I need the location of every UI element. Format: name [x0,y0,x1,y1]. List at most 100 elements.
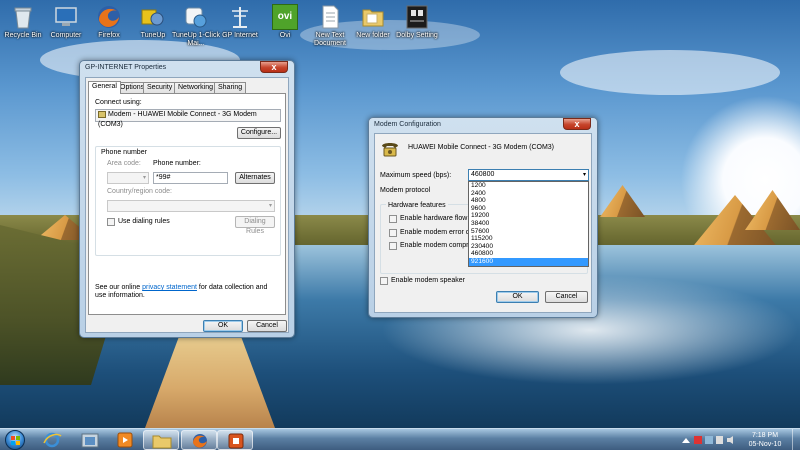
button-label: Configure... [240,129,278,136]
area-code-select: ▾ [107,172,149,184]
clock-time: 7:18 PM [751,432,779,439]
modem-icon [98,110,106,118]
device-name: HUAWEI Mobile Connect - 3G Modem (COM3) [408,144,554,151]
tab-label: Security [147,84,173,91]
hardware-features-label: Hardware features [386,202,448,209]
battery-icon [716,436,723,444]
clock[interactable]: 7:18 PM 05-Nov-10 [744,431,786,449]
button-label: OK [217,322,229,329]
modem-config-window: Modem Configuration x HUAWEI Mobile Conn… [368,117,598,318]
telephone-icon [382,143,398,157]
device-field: Modem - HUAWEI Mobile Connect - 3G Modem… [95,109,281,128]
button-label: Alternates [239,174,271,181]
office-icon [228,433,244,449]
hardware-flow-control-checkbox[interactable] [389,215,397,223]
speed-option[interactable]: 115200 [469,235,588,243]
dolby-icon [406,5,428,29]
country-label: Country/region code: [107,188,172,195]
connect-using-label: Connect using: [95,99,142,106]
chevron-down-icon: ▾ [582,172,586,178]
compression-checkbox[interactable] [389,242,397,250]
tab-general[interactable]: General [88,81,121,94]
modem-speaker-checkbox[interactable] [380,277,388,285]
desktop-icon-dolby-setting[interactable]: Dolby Setting [389,4,445,40]
windows-logo-icon [11,436,20,445]
country-select: ▾ [107,200,275,212]
folder-icon [152,435,172,449]
firefox-icon [193,434,207,448]
close-button[interactable]: x [563,118,591,130]
antenna-icon [232,7,248,28]
close-icon: x [271,62,277,72]
window-title: Modem Configuration [374,121,441,128]
show-desktop-button[interactable] [792,429,800,450]
alternates-button[interactable]: Alternates [235,172,275,184]
max-speed-select[interactable]: 460800 ▾ [468,169,589,181]
privacy-statement-link[interactable]: privacy statement [142,284,197,291]
device-name: Modem - HUAWEI Mobile Connect - 3G Modem… [98,111,257,128]
button-label: OK [512,293,523,300]
button-label: Dialing Rules [244,218,266,235]
internet-explorer-icon [43,432,62,448]
close-button[interactable]: x [260,61,288,73]
error-control-checkbox[interactable] [389,229,397,237]
cancel-button[interactable]: Cancel [545,291,588,303]
ovi-icon: ovi [272,4,298,30]
tab-label: Sharing [218,84,243,91]
speed-option[interactable]: 38400 [469,220,588,228]
start-button[interactable] [5,430,25,450]
speed-option[interactable]: 57600 [469,228,588,236]
speed-option[interactable]: 460800 [469,250,588,258]
speed-options-list: 1200 2400 4800 9600 19200 38400 57600 11… [468,181,589,267]
max-speed-value: 460800 [471,171,495,178]
cancel-button[interactable]: Cancel [247,320,287,332]
close-icon: x [574,119,580,129]
firefox-icon [98,6,120,28]
speed-option[interactable]: 4800 [469,197,588,205]
ok-button[interactable]: OK [203,320,243,332]
flag-icon [694,436,702,444]
taskbar: 7:18 PM 05-Nov-10 [0,428,800,450]
configure-button[interactable]: Configure... [237,127,281,139]
phone-group-label: Phone number [101,149,147,156]
ovi-logo-text: ovi [277,11,293,22]
modem-protocol-label: Modem protocol [380,187,431,194]
tuneup-1-click-icon [185,7,207,28]
button-label: Cancel [256,322,278,329]
tuneup-icon [141,9,164,26]
chevron-down-icon: ▾ [268,203,272,209]
taskbar-explorer[interactable] [72,430,108,450]
speed-option[interactable]: 2400 [469,190,588,198]
properties-window: GP-INTERNET Properties x General Options… [79,60,295,338]
phone-number-value: *99# [156,174,171,181]
taskbar-firefox[interactable] [181,430,217,450]
use-dialing-rules-label: Use dialing rules [118,218,170,225]
phone-number-input[interactable]: *99# [153,172,228,184]
phone-number-label: Phone number: [153,160,201,167]
computer-icon [55,7,77,26]
ok-button[interactable]: OK [496,291,539,303]
button-label: Cancel [555,293,578,300]
speed-option[interactable]: 1200 [469,182,588,190]
taskbar-media-player[interactable] [107,430,143,450]
taskbar-office[interactable] [217,430,253,450]
area-code-label: Area code: [107,160,141,167]
speed-option-highlighted[interactable]: 921600 [469,257,588,266]
tray-icons [682,436,733,444]
taskbar-internet-explorer[interactable] [34,430,70,450]
speed-option[interactable]: 9600 [469,205,588,213]
recycle-bin-icon [14,7,32,29]
network-icon [705,436,713,444]
properties-client-area: General Options Security Networking Shar… [85,77,289,333]
taskbar-folder[interactable] [143,430,179,450]
tab-security[interactable]: Security [143,82,177,93]
use-dialing-rules-checkbox[interactable] [107,218,115,226]
dialing-rules-button: Dialing Rules [235,216,275,235]
speed-option[interactable]: 19200 [469,212,588,220]
show-hidden-icons-icon [682,438,690,443]
tab-sharing[interactable]: Sharing [214,82,247,93]
speed-option[interactable]: 230400 [469,243,588,251]
tab-label: General [92,83,117,90]
tab-label: Options [120,84,145,91]
tab-networking[interactable]: Networking [174,82,218,93]
